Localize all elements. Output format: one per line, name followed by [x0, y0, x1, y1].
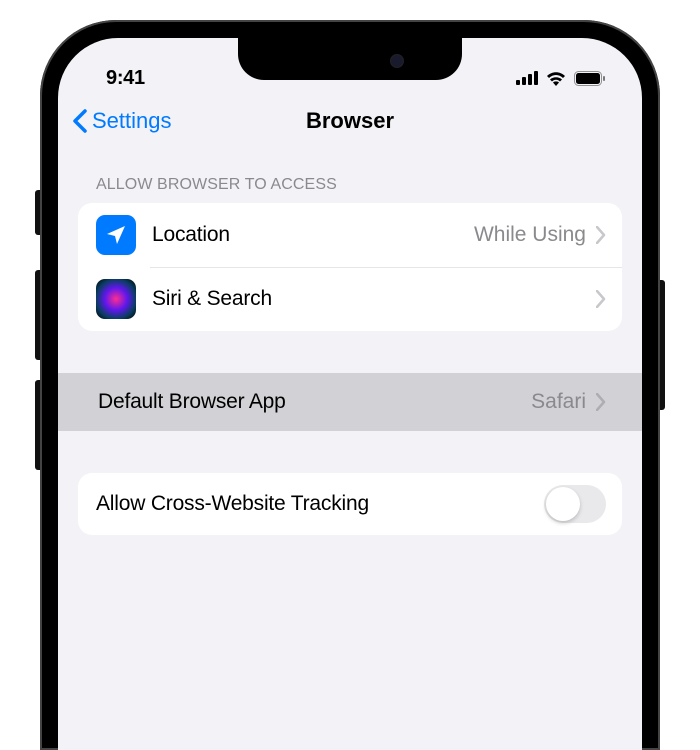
row-location[interactable]: Location While Using: [78, 203, 622, 267]
row-cross-website-tracking[interactable]: Allow Cross-Website Tracking: [78, 473, 622, 535]
navigation-bar: Settings Browser: [58, 98, 642, 148]
row-label: Siri & Search: [152, 287, 596, 311]
row-siri-search[interactable]: Siri & Search: [78, 267, 622, 331]
chevron-right-icon: [596, 290, 606, 308]
row-label: Location: [152, 223, 474, 247]
chevron-right-icon: [596, 226, 606, 244]
status-time: 9:41: [106, 67, 145, 90]
back-button[interactable]: Settings: [72, 108, 172, 134]
row-value: Safari: [531, 390, 586, 414]
siri-icon: [96, 279, 136, 319]
status-icons: [516, 70, 606, 86]
cellular-signal-icon: [516, 71, 538, 85]
settings-group-access: Location While Using Siri & Search: [78, 203, 622, 331]
row-label: Allow Cross-Website Tracking: [96, 492, 544, 516]
chevron-right-icon: [596, 393, 606, 411]
tracking-toggle[interactable]: [544, 485, 606, 523]
back-button-label: Settings: [92, 108, 172, 134]
row-value: While Using: [474, 223, 586, 247]
screen: 9:41: [58, 38, 642, 750]
toggle-knob: [546, 487, 580, 521]
settings-group-default-browser: Default Browser App Safari: [58, 373, 642, 431]
chevron-left-icon: [72, 109, 88, 133]
location-icon: [96, 215, 136, 255]
notch: [238, 38, 462, 80]
battery-icon: [574, 71, 606, 86]
phone-device-frame: 9:41: [40, 20, 660, 750]
row-default-browser[interactable]: Default Browser App Safari: [78, 373, 622, 431]
settings-group-tracking: Allow Cross-Website Tracking: [78, 473, 622, 535]
section-header-access: Allow Browser to Access: [78, 148, 622, 203]
row-label: Default Browser App: [98, 390, 531, 414]
wifi-icon: [545, 70, 567, 86]
